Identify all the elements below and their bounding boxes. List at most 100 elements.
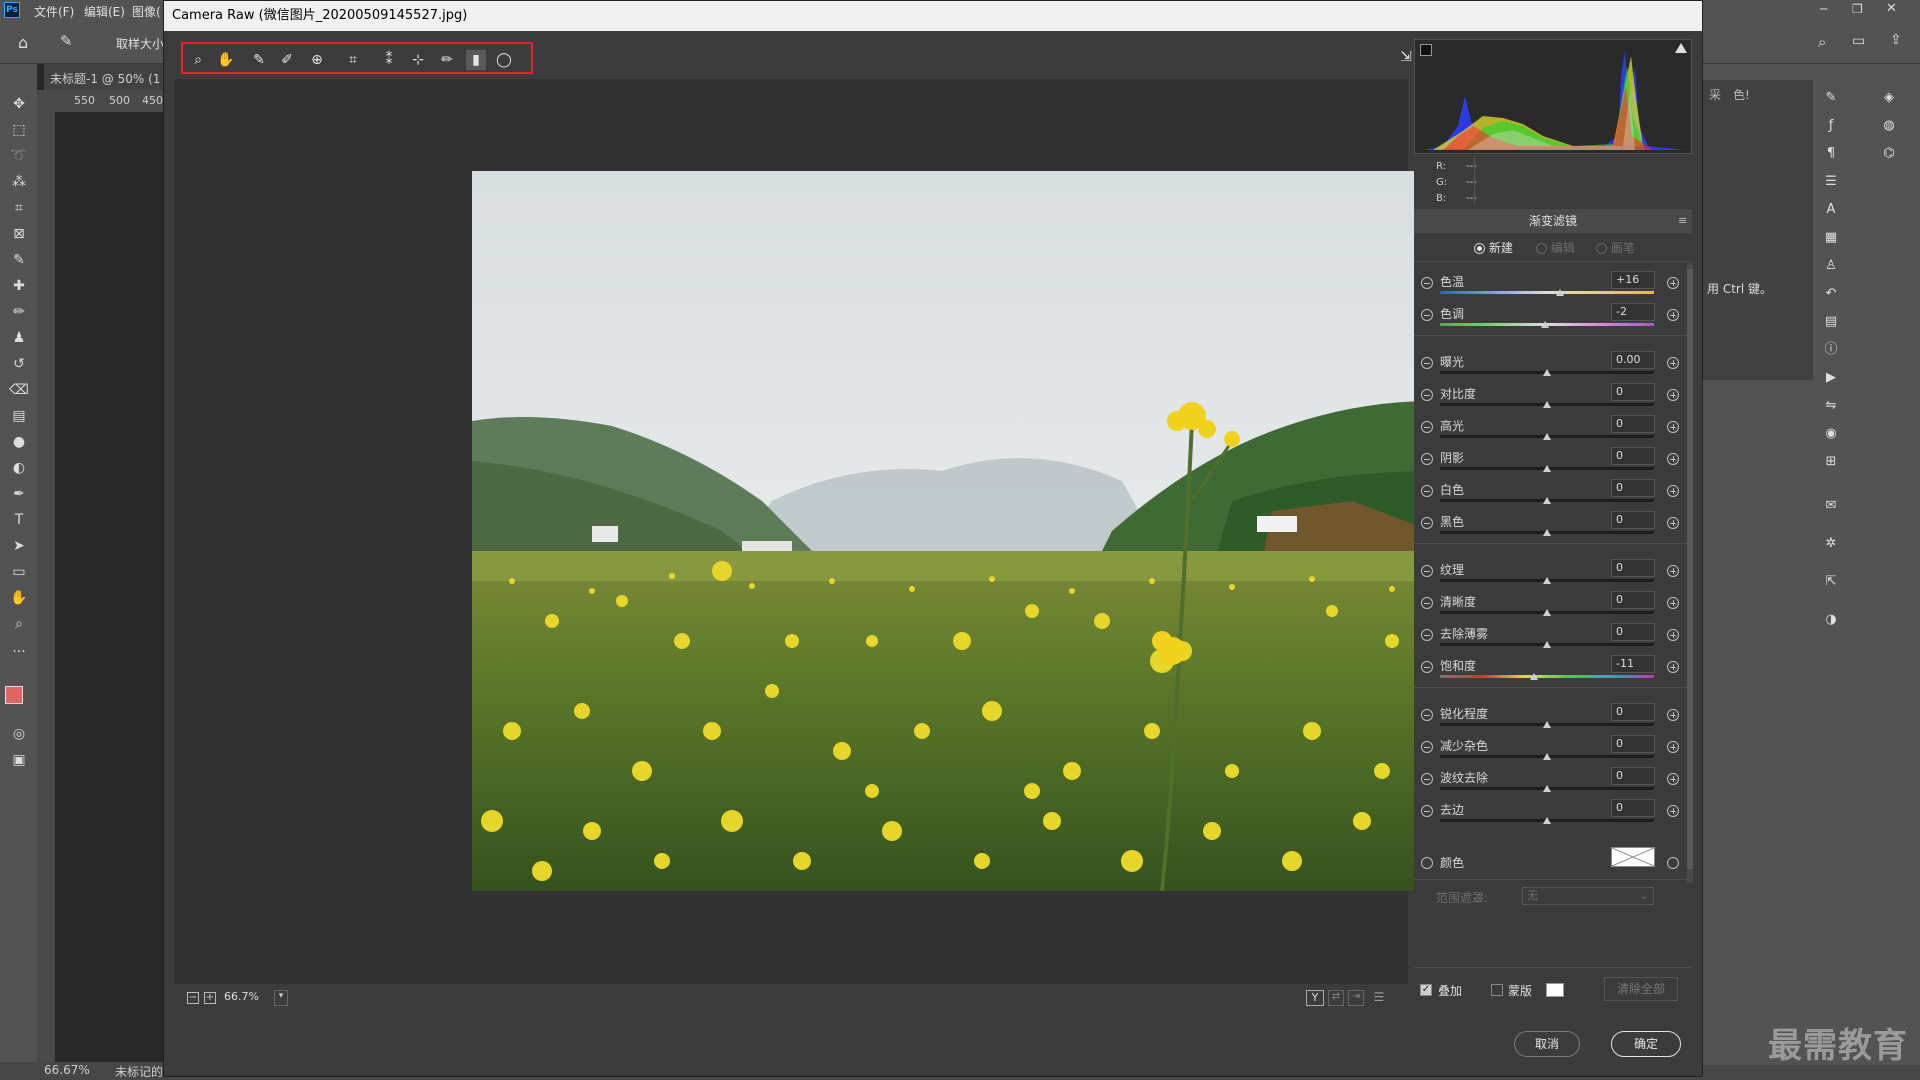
crop-icon[interactable]: ⌗ — [343, 50, 363, 70]
color-wheel-icon[interactable]: ◑ — [1821, 610, 1841, 630]
increase-icon[interactable] — [1667, 453, 1679, 465]
slider-thumb[interactable] — [1543, 401, 1551, 408]
slider-thumb[interactable] — [1543, 497, 1551, 504]
brush-tool-icon[interactable]: ✏ — [8, 302, 30, 322]
increase-icon[interactable] — [1667, 805, 1679, 817]
slider-value-input[interactable]: 0 — [1611, 767, 1655, 785]
before-after-toggle-icon[interactable]: Y — [1306, 990, 1324, 1006]
slider-thumb[interactable] — [1543, 369, 1551, 376]
styles-icon[interactable]: ♙ — [1821, 256, 1841, 276]
decrease-icon[interactable] — [1421, 629, 1433, 641]
decrease-icon[interactable] — [1421, 309, 1433, 321]
lasso-tool-icon[interactable]: ➰ — [8, 146, 30, 166]
slider-thumb[interactable] — [1543, 785, 1551, 792]
decrease-icon[interactable] — [1421, 661, 1433, 673]
slider-thumb[interactable] — [1543, 753, 1551, 760]
eraser-tool-icon[interactable]: ⌫ — [8, 380, 30, 400]
slider-value-input[interactable]: 0 — [1611, 559, 1655, 577]
slider-value-input[interactable]: 0 — [1611, 703, 1655, 721]
mode-brush-radio[interactable]: 画笔 — [1596, 239, 1635, 256]
slider-value-input[interactable]: +16 — [1611, 271, 1655, 289]
clone-stamp-icon[interactable]: ♟ — [8, 328, 30, 348]
history-brush-icon[interactable]: ↺ — [8, 354, 30, 374]
increase-icon[interactable] — [1667, 309, 1679, 321]
marquee-tool-icon[interactable]: ⬚ — [8, 120, 30, 140]
zoom-out-icon[interactable]: − — [187, 992, 199, 1004]
share-icon[interactable]: ⇪ — [1890, 32, 1902, 48]
increase-icon[interactable] — [1667, 389, 1679, 401]
slider-value-input[interactable]: 0 — [1611, 383, 1655, 401]
color-plus-icon[interactable] — [1667, 857, 1679, 869]
magic-wand-tool-icon[interactable]: ⁂ — [8, 172, 30, 192]
increase-icon[interactable] — [1667, 741, 1679, 753]
eyedropper-tool-icon[interactable]: ✎ — [60, 32, 73, 50]
panel-tab[interactable]: 采 — [1709, 86, 1721, 103]
decrease-icon[interactable] — [1421, 709, 1433, 721]
decrease-icon[interactable] — [1421, 421, 1433, 433]
slider-value-input[interactable]: 0 — [1611, 735, 1655, 753]
increase-icon[interactable] — [1667, 661, 1679, 673]
increase-icon[interactable] — [1667, 773, 1679, 785]
clear-all-button[interactable]: 清除全部 — [1604, 977, 1678, 1001]
spot-removal-icon[interactable]: ⊹ — [408, 50, 428, 70]
slider-thumb[interactable] — [1543, 641, 1551, 648]
decrease-icon[interactable] — [1421, 805, 1433, 817]
blur-tool-icon[interactable]: ● — [8, 432, 30, 452]
scrollbar-thumb[interactable] — [1687, 269, 1693, 869]
slider-value-input[interactable]: 0.00 — [1611, 351, 1655, 369]
channels-icon[interactable]: ◉ — [1821, 424, 1841, 444]
menu-image[interactable]: 图像( — [132, 3, 161, 20]
menu-file[interactable]: 文件(F) — [34, 3, 74, 20]
increase-icon[interactable] — [1667, 357, 1679, 369]
status-zoom[interactable]: 66.67% — [44, 1063, 90, 1077]
dodge-tool-icon[interactable]: ◐ — [8, 458, 30, 478]
path-selection-icon[interactable]: ➤ — [8, 536, 30, 556]
decrease-icon[interactable] — [1421, 357, 1433, 369]
decrease-icon[interactable] — [1421, 277, 1433, 289]
close-icon[interactable]: ✕ — [1886, 1, 1897, 16]
home-icon[interactable]: ⌂ — [18, 33, 28, 52]
fullscreen-icon[interactable]: ⇲ — [1396, 47, 1416, 67]
preview-settings-icon[interactable]: ☰ — [1370, 990, 1388, 1006]
hand-icon[interactable]: ✋ — [216, 50, 236, 70]
color-swatch[interactable] — [1611, 847, 1655, 867]
zoom-tool-icon[interactable]: ⌕ — [8, 614, 30, 634]
slider-thumb[interactable] — [1530, 673, 1539, 680]
notes-icon[interactable]: ✉ — [1821, 496, 1841, 516]
minimize-icon[interactable]: ─ — [1820, 2, 1827, 16]
slider-value-input[interactable]: 0 — [1611, 511, 1655, 529]
menu-edit[interactable]: 编辑(E) — [84, 3, 125, 20]
slider-track[interactable] — [1440, 291, 1654, 294]
red-eye-icon[interactable]: ⁑ — [379, 50, 399, 70]
preview-photo[interactable] — [472, 171, 1432, 891]
export-icon[interactable]: ⇱ — [1821, 572, 1841, 592]
white-balance-icon[interactable]: ✎ — [249, 50, 269, 70]
screen-mode-icon[interactable]: ▣ — [8, 750, 30, 770]
gradient-tool-icon[interactable]: ▤ — [8, 406, 30, 426]
search-icon[interactable]: ⌕ — [1818, 33, 1826, 51]
paths-icon[interactable]: ⌬ — [1879, 144, 1899, 164]
libraries-icon[interactable]: ▤ — [1821, 312, 1841, 332]
properties-icon[interactable]: ☰ — [1821, 172, 1841, 192]
mask-color-swatch[interactable] — [1546, 983, 1564, 997]
actions-icon[interactable]: ▶ — [1821, 368, 1841, 388]
eyedropper-icon[interactable]: ✎ — [8, 250, 30, 270]
panel-tab[interactable]: 色! — [1733, 86, 1750, 103]
brush-settings-icon[interactable]: ✎ — [1821, 88, 1841, 108]
decrease-icon[interactable] — [1421, 597, 1433, 609]
move-tool-icon[interactable]: ✥ — [8, 94, 30, 114]
panel-scrollbar[interactable] — [1687, 263, 1693, 883]
crop-tool-icon[interactable]: ⌗ — [8, 198, 30, 218]
history-icon[interactable]: ↶ — [1821, 284, 1841, 304]
layers-icon[interactable]: ◈ — [1879, 88, 1899, 108]
target-adjust-icon[interactable]: ⊕ — [307, 50, 327, 70]
panel-menu-icon[interactable]: ≡ — [1678, 214, 1687, 227]
slider-value-input[interactable]: 0 — [1611, 623, 1655, 641]
table-icon[interactable]: ⊞ — [1821, 452, 1841, 472]
slider-thumb[interactable] — [1543, 433, 1551, 440]
mode-new-radio[interactable]: 新建 — [1474, 239, 1513, 256]
decrease-icon[interactable] — [1421, 773, 1433, 785]
slider-thumb[interactable] — [1543, 721, 1551, 728]
slider-value-input[interactable]: 0 — [1611, 591, 1655, 609]
slider-thumb[interactable] — [1543, 817, 1551, 824]
